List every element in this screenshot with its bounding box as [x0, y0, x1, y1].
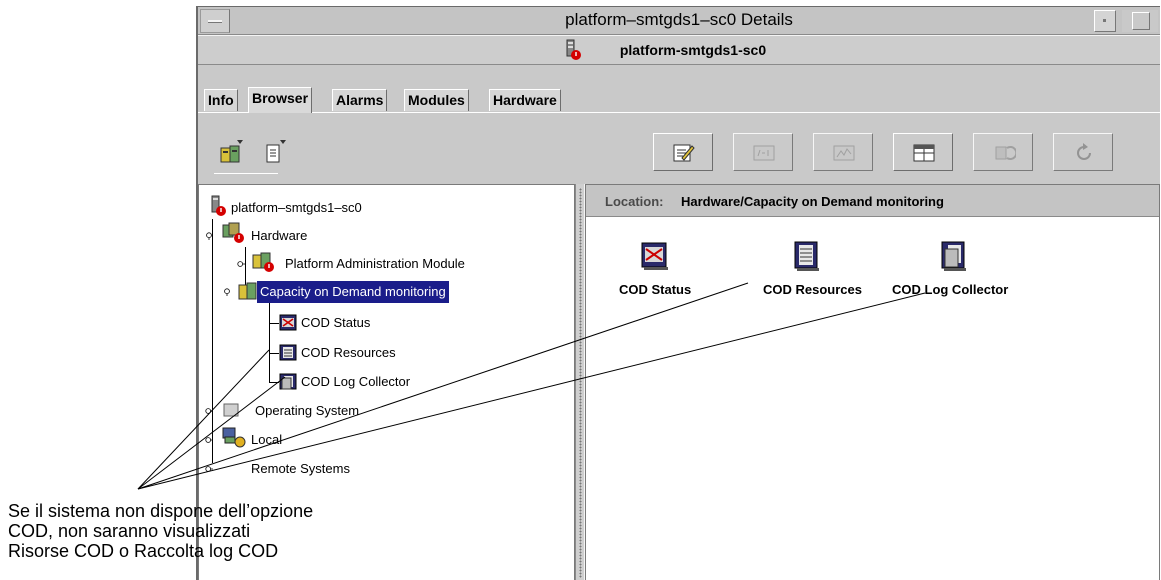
- tree-line: [269, 353, 279, 354]
- collapsed-toggle-icon[interactable]: [237, 260, 245, 268]
- collapsed-toggle-icon[interactable]: [205, 407, 213, 415]
- tree-label-cod-monitoring: Capacity on Demand monitoring: [257, 281, 449, 303]
- callout-line-2: COD, non saranno visualizzati: [8, 521, 251, 541]
- collapsed-toggle-icon[interactable]: [205, 465, 213, 473]
- n-minus-1-icon: [753, 145, 775, 161]
- host-bar: platform-smtgds1-sc0: [198, 35, 1160, 65]
- cod-log-collector-icon: [279, 373, 297, 390]
- minimize-button[interactable]: [1094, 10, 1116, 32]
- tab-divider: [198, 112, 1160, 113]
- server-alarm-icon: [211, 195, 226, 216]
- cod-resources-icon[interactable]: [786, 240, 826, 276]
- module-tree-icon[interactable]: [218, 140, 244, 166]
- server-alarm-icon: [566, 39, 581, 60]
- location-bar: Location: Hardware/Capacity on Demand mo…: [586, 185, 1159, 217]
- cod-log-collector-icon[interactable]: [933, 240, 973, 276]
- tree-line: [269, 303, 270, 383]
- tree-label-cod-resources: COD Resources: [301, 345, 396, 360]
- tree-label-remote-systems: Remote Systems: [251, 461, 350, 476]
- tree-label-root: platform–smtgds1–sc0: [231, 200, 362, 215]
- content-pane[interactable]: Location: Hardware/Capacity on Demand mo…: [585, 184, 1160, 580]
- cod-status-icon[interactable]: [634, 240, 674, 276]
- pane-splitter[interactable]: [575, 184, 585, 580]
- refresh-module-button[interactable]: [973, 133, 1033, 171]
- cod-resources-item-label[interactable]: COD Resources: [763, 282, 862, 297]
- callout-note: Se il sistema non dispone dell’opzione C…: [8, 501, 313, 561]
- cod-status-item-label[interactable]: COD Status: [619, 282, 691, 297]
- local-applications-icon: [222, 427, 246, 448]
- reload-button[interactable]: [1053, 133, 1113, 171]
- cod-status-icon: [279, 314, 297, 331]
- refresh-module-icon: [995, 146, 1016, 160]
- graph-icon: [833, 145, 855, 161]
- tree-line: [269, 382, 279, 383]
- document-list-icon[interactable]: [262, 140, 288, 166]
- cod-log-collector-item-label[interactable]: COD Log Collector: [892, 282, 1008, 297]
- toolbar-underline: [214, 173, 278, 174]
- hardware-alarm-icon: [222, 222, 244, 243]
- host-name: platform-smtgds1-sc0: [619, 42, 767, 58]
- table-view-button[interactable]: [893, 133, 953, 171]
- tree-label-local-applications: Local: [251, 432, 283, 447]
- tree-line: [212, 219, 213, 463]
- tree-line: [269, 323, 279, 324]
- tree-label-hardware: Hardware: [251, 228, 308, 243]
- location-value: Hardware/Capacity on Demand monitoring: [681, 194, 944, 209]
- window-title: platform–smtgds1–sc0 Details: [565, 10, 793, 29]
- title-bar[interactable]: platform–smtgds1–sc0 Details: [198, 7, 1160, 35]
- graph-button[interactable]: [813, 133, 873, 171]
- cod-resources-icon: [279, 344, 297, 361]
- expanded-toggle-icon[interactable]: [223, 288, 231, 296]
- tree-label-cod-status: COD Status: [301, 315, 371, 330]
- edit-icon: [673, 144, 695, 162]
- reload-icon: [1077, 143, 1091, 160]
- tree-label-cod-log: COD Log Collector: [301, 374, 411, 389]
- location-label: Location:: [605, 194, 664, 209]
- module-alarm-icon: [252, 252, 274, 272]
- details-window: platform–smtgds1–sc0 Details platform-sm…: [196, 6, 1160, 580]
- maximize-button[interactable]: [1122, 10, 1158, 32]
- host-label: platform-smtgds1-sc0: [198, 39, 1160, 60]
- tab-info[interactable]: Info: [204, 89, 238, 111]
- tab-modules[interactable]: Modules: [404, 89, 469, 111]
- callout-line-1: Se il sistema non dispone dell’opzione: [8, 501, 314, 521]
- tab-hardware[interactable]: Hardware: [489, 89, 561, 111]
- operating-system-icon: [223, 403, 239, 417]
- tab-browser[interactable]: Browser: [248, 87, 313, 113]
- expanded-toggle-icon[interactable]: [205, 232, 213, 240]
- edit-button[interactable]: [653, 133, 713, 171]
- tree-label-operating-system: Operating System: [255, 403, 360, 418]
- table-view-icon: [913, 144, 935, 162]
- n-minus-1-button[interactable]: [733, 133, 793, 171]
- callout-line-3: Risorse COD o Raccolta log COD: [8, 541, 279, 561]
- tab-alarms[interactable]: Alarms: [332, 89, 388, 111]
- collapsed-toggle-icon[interactable]: [205, 436, 213, 444]
- tree-label-pam: Platform Administration Module: [285, 256, 465, 271]
